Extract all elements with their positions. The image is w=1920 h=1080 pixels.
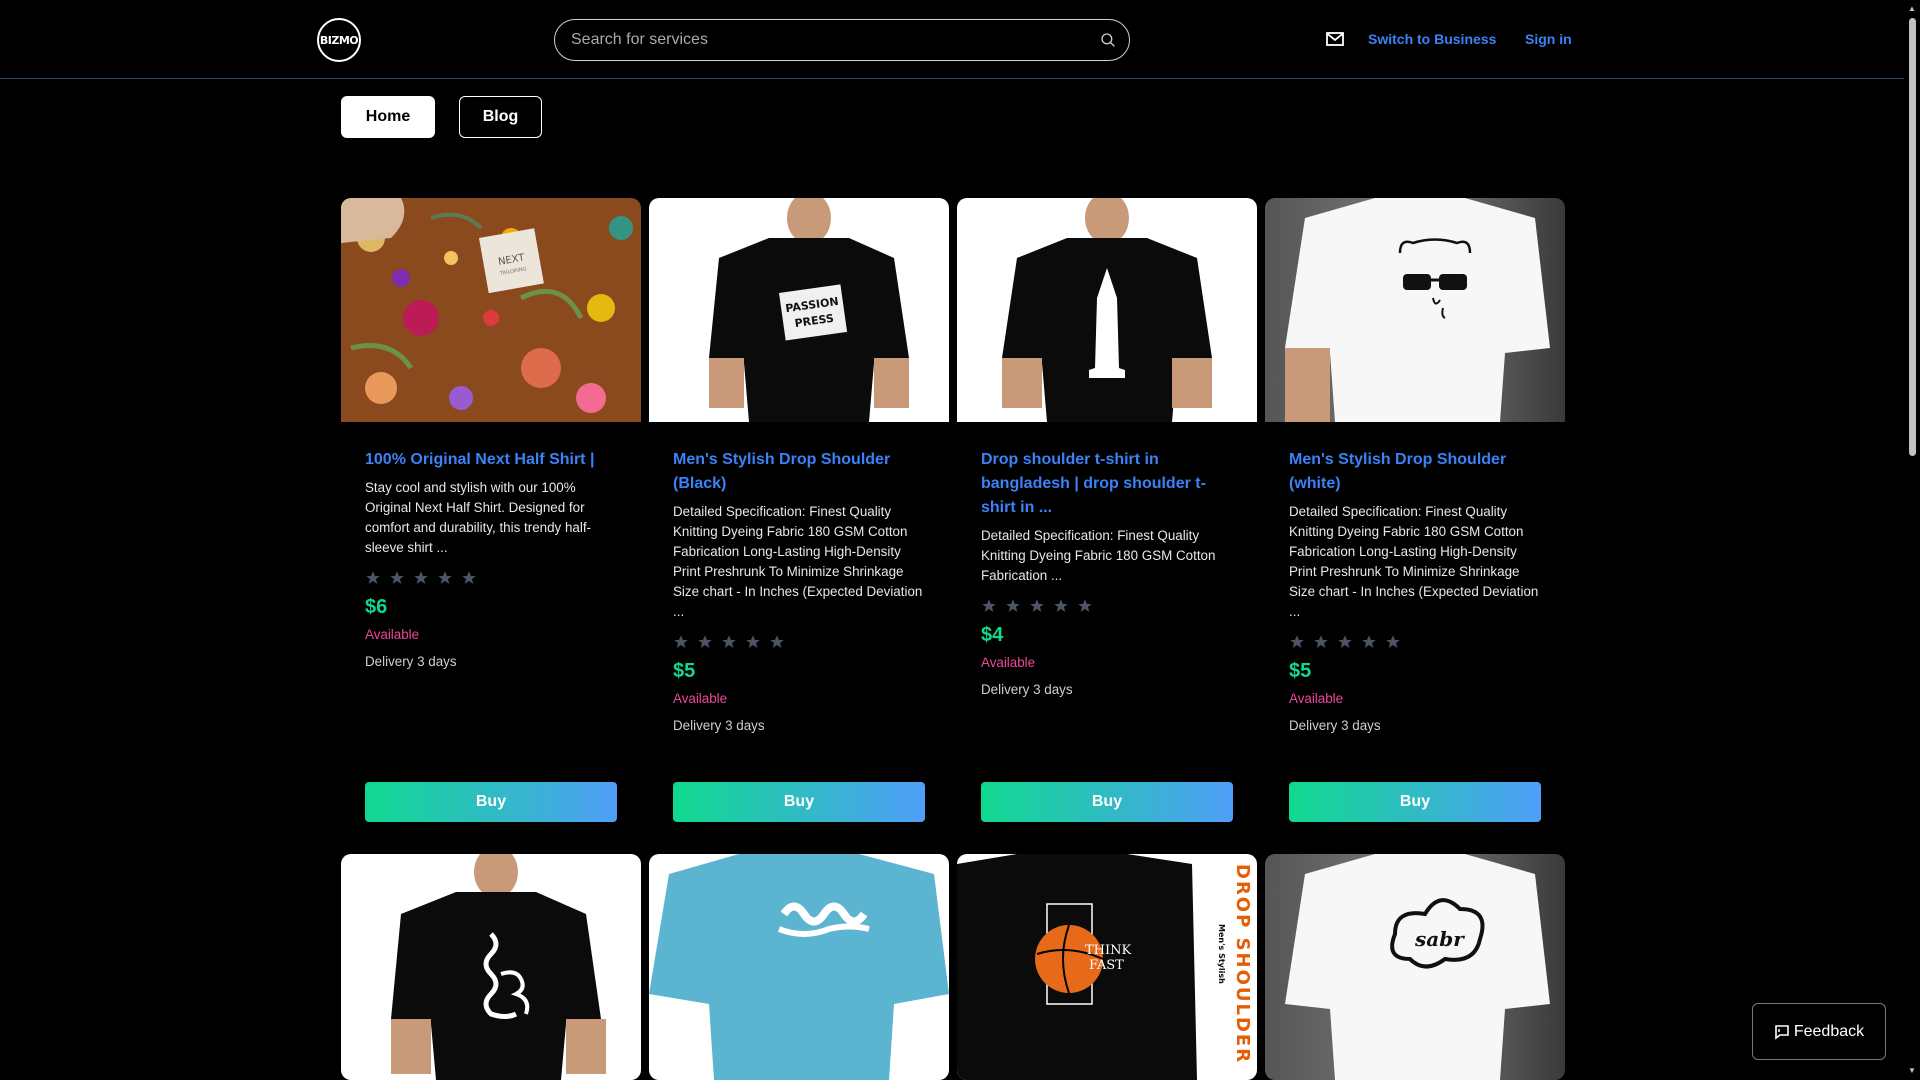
buy-button[interactable]: Buy — [673, 782, 925, 822]
star-icon — [390, 571, 404, 584]
star-icon — [1054, 599, 1068, 612]
svg-text:Men's Stylish: Men's Stylish — [1217, 924, 1226, 984]
star-icon — [438, 571, 452, 584]
star-icon — [1078, 599, 1092, 612]
product-card[interactable]: Drop shoulder t-shirt in bangladesh | dr… — [957, 198, 1257, 845]
star-icon — [674, 635, 688, 648]
product-card[interactable] — [341, 854, 641, 1080]
message-icon — [1775, 1024, 1789, 1040]
product-price: $4 — [981, 624, 1004, 646]
star-icon — [1006, 599, 1020, 612]
search-icon[interactable] — [1099, 31, 1117, 49]
star-icon — [414, 571, 428, 584]
buy-button[interactable]: Buy — [1289, 782, 1541, 822]
feedback-label: Feedback — [1793, 1022, 1865, 1040]
availability-status: Available — [673, 691, 728, 706]
product-description: Stay cool and stylish with our 100% Orig… — [365, 480, 592, 555]
star-icon — [1362, 635, 1376, 648]
switch-to-business-link[interactable]: Switch to Business — [1368, 31, 1496, 47]
delivery-time: Delivery 3 days — [673, 718, 765, 733]
product-image-floral-shirt[interactable]: NEXT TAILORING — [341, 198, 641, 422]
product-card[interactable]: NEXT TAILORING 100% Original Next Half S… — [341, 198, 641, 845]
rating-stars — [365, 570, 621, 586]
product-price: $6 — [365, 596, 388, 618]
blog-button[interactable]: Blog — [459, 96, 542, 138]
star-icon — [982, 599, 996, 612]
rating-stars — [981, 598, 1237, 614]
star-icon — [1030, 599, 1044, 612]
rating-stars — [1289, 634, 1545, 650]
product-image-blue-tshirt[interactable] — [649, 854, 949, 1080]
product-description: Detailed Specification: Finest Quality K… — [673, 504, 923, 619]
product-card[interactable]: THINK FAST DROP SHOULDER Men's Stylish — [957, 854, 1257, 1080]
home-button[interactable]: Home — [341, 96, 435, 138]
star-icon — [698, 635, 712, 648]
bizmo-logo[interactable]: BIZMO — [317, 18, 361, 62]
product-price: $5 — [1289, 660, 1312, 682]
availability-status: Available — [981, 655, 1036, 670]
mail-icon[interactable] — [1326, 32, 1344, 46]
top-header: BIZMO Switch to Business Sign in — [0, 0, 1904, 79]
product-image-sabr-tshirt[interactable]: sabr — [1265, 854, 1565, 1080]
product-image-white-tshirt[interactable] — [1265, 198, 1565, 422]
product-image-bengali-tshirt[interactable] — [341, 854, 641, 1080]
star-icon — [1386, 635, 1400, 648]
buy-button[interactable]: Buy — [365, 782, 617, 822]
product-image-tower-tshirt[interactable] — [957, 198, 1257, 422]
product-card[interactable] — [649, 854, 949, 1080]
sign-in-link[interactable]: Sign in — [1525, 31, 1572, 47]
product-description: Detailed Specification: Finest Quality K… — [981, 528, 1216, 583]
product-card[interactable]: Men's Stylish Drop Shoulder (white) Deta… — [1265, 198, 1565, 845]
product-title-link[interactable]: Drop shoulder t-shirt in bangladesh | dr… — [981, 448, 1237, 520]
product-image-think-fast-tshirt[interactable]: THINK FAST DROP SHOULDER Men's Stylish — [957, 854, 1257, 1080]
availability-status: Available — [1289, 691, 1344, 706]
search-bar — [554, 19, 1130, 61]
delivery-time: Delivery 3 days — [1289, 718, 1381, 733]
star-icon — [746, 635, 760, 648]
product-card[interactable]: PASSION PRESS Men's Stylish Drop Shoulde… — [649, 198, 949, 845]
scroll-down-icon[interactable]: ▼ — [1907, 1066, 1917, 1076]
product-description: Detailed Specification: Finest Quality K… — [1289, 504, 1539, 619]
product-card[interactable]: sabr — [1265, 854, 1565, 1080]
print-text: THINK — [1085, 943, 1132, 958]
search-input[interactable] — [571, 20, 1091, 60]
scroll-up-icon[interactable]: ▲ — [1907, 4, 1917, 14]
product-price: $5 — [673, 660, 696, 682]
star-icon — [1338, 635, 1352, 648]
rating-stars — [673, 634, 929, 650]
buy-button[interactable]: Buy — [981, 782, 1233, 822]
feedback-button[interactable]: Feedback — [1752, 1003, 1886, 1060]
availability-status: Available — [365, 627, 420, 642]
svg-text:DROP SHOULDER: DROP SHOULDER — [1232, 864, 1253, 1064]
scrollbar-thumb[interactable] — [1909, 18, 1916, 456]
svg-text:FAST: FAST — [1089, 958, 1124, 973]
star-icon — [462, 571, 476, 584]
star-icon — [722, 635, 736, 648]
star-icon — [366, 571, 380, 584]
product-title-link[interactable]: Men's Stylish Drop Shoulder (Black) — [673, 448, 929, 496]
star-icon — [1290, 635, 1304, 648]
star-icon — [770, 635, 784, 648]
delivery-time: Delivery 3 days — [365, 654, 457, 669]
product-title-link[interactable]: Men's Stylish Drop Shoulder (white) — [1289, 448, 1545, 496]
star-icon — [1314, 635, 1328, 648]
delivery-time: Delivery 3 days — [981, 682, 1073, 697]
product-title-link[interactable]: 100% Original Next Half Shirt | — [365, 448, 621, 472]
svg-text:sabr: sabr — [1414, 927, 1465, 951]
product-image-black-tshirt[interactable]: PASSION PRESS — [649, 198, 949, 422]
